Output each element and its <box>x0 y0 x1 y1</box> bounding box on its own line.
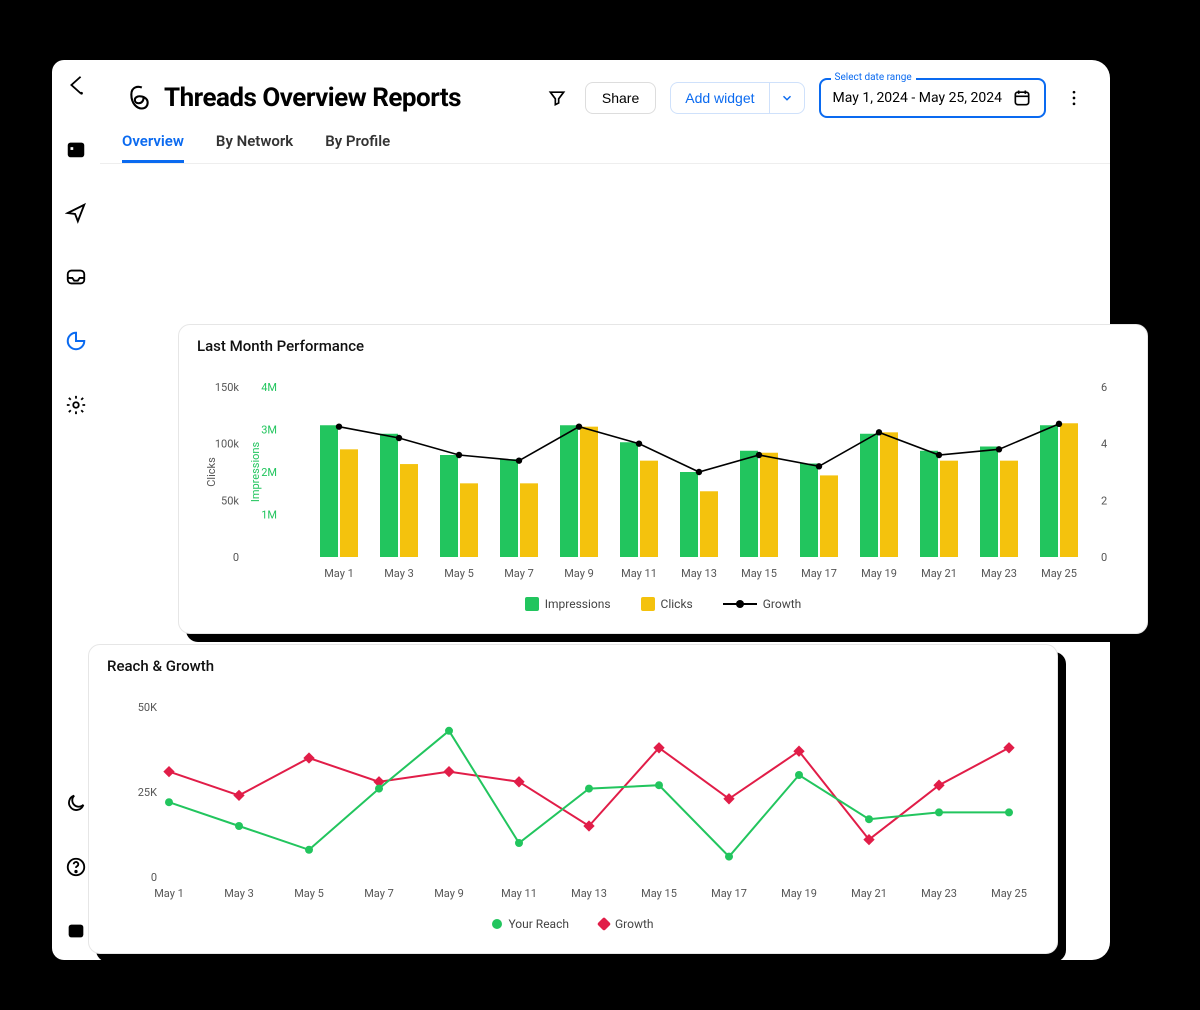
filter-icon[interactable] <box>543 84 571 112</box>
svg-text:6: 6 <box>1101 381 1107 394</box>
svg-text:May 13: May 13 <box>681 567 717 580</box>
svg-text:150k: 150k <box>215 381 240 394</box>
svg-text:May 25: May 25 <box>1041 567 1077 580</box>
performance-card-title: Last Month Performance <box>197 337 364 355</box>
send-icon[interactable] <box>65 202 87 224</box>
svg-text:May 7: May 7 <box>504 567 534 580</box>
legend-growth: Growth <box>763 597 802 611</box>
svg-text:May 3: May 3 <box>384 567 414 580</box>
collapse-icon[interactable] <box>65 920 87 942</box>
svg-text:May 19: May 19 <box>781 887 817 900</box>
svg-text:May 13: May 13 <box>571 887 607 900</box>
svg-text:May 9: May 9 <box>564 567 594 580</box>
svg-text:May 15: May 15 <box>641 887 677 900</box>
settings-icon[interactable] <box>65 394 87 416</box>
date-range-text: May 1, 2024 - May 25, 2024 <box>833 90 1002 106</box>
svg-text:50k: 50k <box>221 494 239 507</box>
legend-reach-growth: Growth <box>615 917 654 931</box>
svg-text:25K: 25K <box>138 786 157 799</box>
legend-clicks: Clicks <box>661 597 693 611</box>
svg-text:4: 4 <box>1101 438 1107 451</box>
svg-text:50K: 50K <box>138 701 157 714</box>
calendar-small-icon <box>1012 88 1032 108</box>
svg-text:May 5: May 5 <box>444 567 474 580</box>
moon-icon[interactable] <box>65 792 87 814</box>
tab-overview[interactable]: Overview <box>122 132 184 163</box>
reach-card: Reach & Growth 0 25K 50K May 1 May 3 May 5 May… <box>88 644 1058 954</box>
svg-text:May 17: May 17 <box>801 567 837 580</box>
analytics-icon[interactable] <box>65 330 87 352</box>
svg-text:0: 0 <box>1101 551 1107 564</box>
performance-chart: 0 50k 100k 150k 1M 2M 3M 4M 0 2 4 6 Clicks Impression… <box>199 377 1119 587</box>
help-icon[interactable] <box>65 856 87 878</box>
svg-text:2: 2 <box>1101 494 1107 507</box>
threads-icon <box>122 84 150 112</box>
svg-text:4M: 4M <box>261 381 277 394</box>
svg-text:May 15: May 15 <box>741 567 777 580</box>
svg-text:3M: 3M <box>261 424 277 437</box>
svg-text:1M: 1M <box>261 509 277 522</box>
svg-text:May 1: May 1 <box>154 887 184 900</box>
legend-impressions: Impressions <box>545 597 611 611</box>
header: Threads Overview Reports Share Add widge… <box>100 60 1110 118</box>
svg-text:0: 0 <box>233 551 239 564</box>
svg-text:0: 0 <box>151 871 157 884</box>
svg-text:May 23: May 23 <box>981 567 1017 580</box>
calendar-icon[interactable] <box>65 138 87 160</box>
brand-logo-icon[interactable] <box>65 74 87 96</box>
tab-by-network[interactable]: By Network <box>216 132 293 163</box>
reach-chart: 0 25K 50K May 1 May 3 May 5 May 7 May 9 May 11 Ma… <box>109 697 1029 907</box>
svg-text:May 11: May 11 <box>501 887 537 900</box>
svg-text:2M: 2M <box>261 466 277 479</box>
svg-text:May 1: May 1 <box>324 567 354 580</box>
svg-text:May 21: May 21 <box>851 887 887 900</box>
date-float-label: Select date range <box>831 72 916 83</box>
share-button[interactable]: Share <box>585 82 656 114</box>
inbox-icon[interactable] <box>65 266 87 288</box>
add-widget-button[interactable]: Add widget <box>670 82 768 114</box>
svg-text:May 9: May 9 <box>434 887 464 900</box>
svg-text:May 7: May 7 <box>364 887 394 900</box>
svg-text:100k: 100k <box>215 438 240 451</box>
svg-text:May 3: May 3 <box>224 887 254 900</box>
legend-your-reach: Your Reach <box>508 917 569 931</box>
svg-text:May 17: May 17 <box>711 887 747 900</box>
svg-text:May 25: May 25 <box>991 887 1027 900</box>
reach-card-title: Reach & Growth <box>107 657 214 675</box>
page-title: Threads Overview Reports <box>164 83 529 113</box>
date-range-picker[interactable]: Select date range May 1, 2024 - May 25, … <box>819 78 1046 118</box>
svg-text:May 21: May 21 <box>921 567 957 580</box>
svg-text:May 11: May 11 <box>621 567 657 580</box>
svg-text:May 23: May 23 <box>921 887 957 900</box>
svg-text:May 5: May 5 <box>294 887 324 900</box>
tabs: Overview By Network By Profile <box>100 118 1110 164</box>
performance-legend: Impressions Clicks Growth <box>199 591 1127 611</box>
svg-text:Impressions: Impressions <box>249 442 262 503</box>
more-icon[interactable] <box>1060 84 1088 112</box>
svg-text:Clicks: Clicks <box>205 457 218 487</box>
reach-legend: Your Reach Growth <box>109 911 1037 931</box>
add-widget-caret[interactable] <box>769 82 805 114</box>
performance-card: Last Month Performance 0 50k 100k 150k 1M 2M 3… <box>178 324 1148 634</box>
svg-text:May 19: May 19 <box>861 567 897 580</box>
tab-by-profile[interactable]: By Profile <box>325 132 390 163</box>
